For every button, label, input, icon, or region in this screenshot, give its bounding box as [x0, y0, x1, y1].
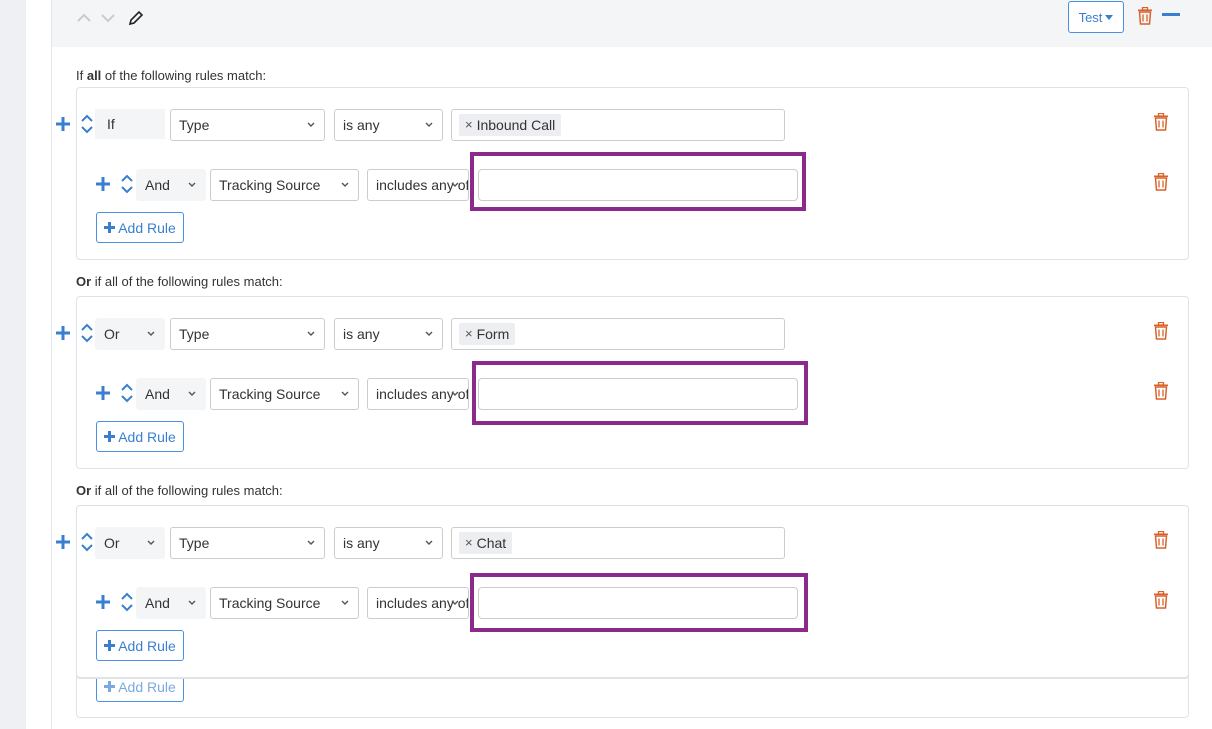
- chevron-down-icon: [307, 331, 315, 336]
- chevron-down-icon: [341, 600, 349, 605]
- remove-tag-icon[interactable]: ×: [465, 532, 473, 554]
- chevron-down-icon: [451, 182, 459, 187]
- plus-icon[interactable]: [96, 386, 110, 400]
- chevron-down-icon: [188, 600, 196, 605]
- field-select[interactable]: Type: [170, 109, 325, 141]
- field-select[interactable]: Tracking Source: [210, 587, 359, 619]
- chevron-down-icon: [425, 540, 433, 545]
- plus-icon[interactable]: [56, 326, 70, 340]
- reorder-icon[interactable]: [80, 532, 94, 552]
- trash-icon[interactable]: [1153, 173, 1169, 191]
- collapse-icon[interactable]: [1162, 13, 1180, 17]
- connector-select[interactable]: And: [136, 587, 206, 619]
- reorder-icon[interactable]: [120, 174, 134, 194]
- trash-icon[interactable]: [1153, 113, 1169, 131]
- pencil-icon[interactable]: [127, 9, 145, 27]
- left-rail: [0, 0, 26, 729]
- chevron-down-icon: [147, 331, 155, 336]
- chevron-down-icon: [307, 540, 315, 545]
- chevron-down-icon: [451, 391, 459, 396]
- highlight-box: [470, 573, 808, 632]
- value-tag-input[interactable]: × Chat: [451, 527, 785, 559]
- chevron-down-icon: [451, 600, 459, 605]
- remove-tag-icon[interactable]: ×: [465, 114, 473, 136]
- plus-icon[interactable]: [56, 535, 70, 549]
- trash-icon[interactable]: [1153, 531, 1169, 549]
- connector-select[interactable]: And: [136, 378, 206, 410]
- reorder-icon[interactable]: [120, 383, 134, 403]
- plus-icon[interactable]: [96, 177, 110, 191]
- plus-icon: [104, 681, 116, 692]
- operator-select[interactable]: is any: [334, 527, 443, 559]
- operator-select[interactable]: includes any of: [367, 169, 469, 201]
- connector-label: If: [95, 109, 165, 139]
- reorder-icon[interactable]: [120, 592, 134, 612]
- add-rule-button[interactable]: Add Rule: [96, 421, 184, 452]
- field-select[interactable]: Type: [170, 318, 325, 350]
- rule-set-header: [52, 0, 1212, 47]
- operator-select[interactable]: is any: [334, 109, 443, 141]
- test-dropdown-button[interactable]: Test: [1068, 1, 1124, 33]
- operator-select[interactable]: includes any of: [367, 587, 469, 619]
- trash-icon[interactable]: [1153, 382, 1169, 400]
- group-label: Or if all of the following rules match:: [76, 483, 283, 498]
- highlight-box: [472, 361, 808, 425]
- plus-icon[interactable]: [56, 117, 70, 131]
- value-tag: × Chat: [459, 532, 513, 554]
- chevron-down-icon: [425, 122, 433, 127]
- highlight-box: [470, 152, 806, 211]
- plus-icon[interactable]: [96, 595, 110, 609]
- trash-icon[interactable]: [1153, 591, 1169, 609]
- move-up-icon[interactable]: [75, 9, 93, 27]
- plus-icon: [104, 640, 116, 651]
- trash-icon[interactable]: [1153, 322, 1169, 340]
- field-select[interactable]: Tracking Source: [210, 169, 359, 201]
- caret-down-icon: [1105, 14, 1114, 20]
- left-gutter: [26, 0, 52, 729]
- field-select[interactable]: Type: [170, 527, 325, 559]
- connector-select[interactable]: Or: [95, 527, 165, 559]
- test-label: Test: [1078, 9, 1103, 25]
- operator-select[interactable]: is any: [334, 318, 443, 350]
- value-tag-input[interactable]: × Form: [451, 318, 785, 350]
- chevron-down-icon: [147, 540, 155, 545]
- chevron-down-icon: [341, 182, 349, 187]
- value-tag-input[interactable]: × Inbound Call: [451, 109, 785, 141]
- chevron-down-icon: [341, 391, 349, 396]
- operator-select[interactable]: includes any of: [367, 378, 469, 410]
- group-label: Or if all of the following rules match:: [76, 274, 283, 289]
- add-rule-button[interactable]: Add Rule: [96, 212, 184, 243]
- value-tag: × Inbound Call: [459, 114, 562, 136]
- add-rule-button[interactable]: Add Rule: [96, 630, 184, 661]
- chevron-down-icon: [188, 391, 196, 396]
- connector-select[interactable]: And: [136, 169, 206, 201]
- chevron-down-icon: [188, 182, 196, 187]
- chevron-down-icon: [425, 331, 433, 336]
- connector-select[interactable]: Or: [95, 318, 165, 350]
- chevron-down-icon: [307, 122, 315, 127]
- value-tag: × Form: [459, 323, 516, 345]
- plus-icon: [104, 222, 116, 233]
- reorder-icon[interactable]: [80, 114, 94, 134]
- reorder-icon[interactable]: [80, 323, 94, 343]
- trash-icon[interactable]: [1137, 7, 1153, 25]
- remove-tag-icon[interactable]: ×: [465, 323, 473, 345]
- group-label: If all of the following rules match:: [76, 68, 267, 83]
- field-select[interactable]: Tracking Source: [210, 378, 359, 410]
- move-down-icon[interactable]: [99, 9, 117, 27]
- plus-icon: [104, 431, 116, 442]
